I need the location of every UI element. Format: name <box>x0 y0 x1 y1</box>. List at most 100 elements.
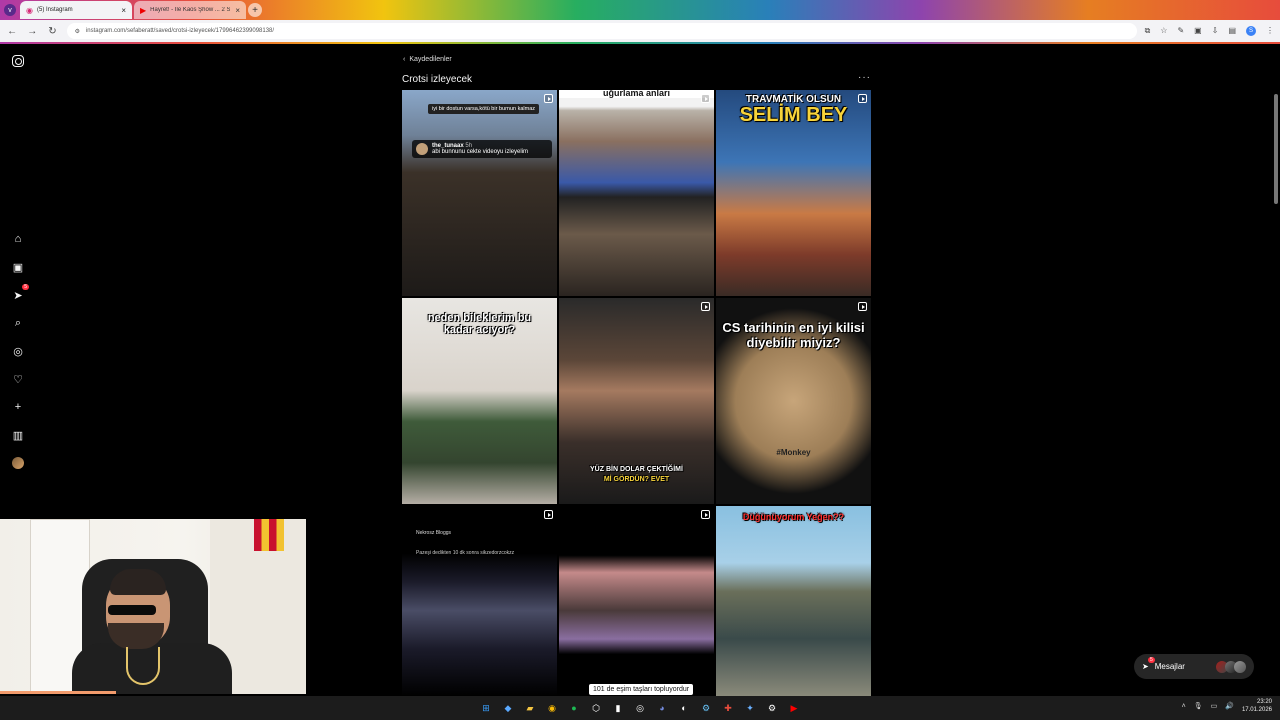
taskbar-clock[interactable]: 23:20 17.01.2026 <box>1242 698 1272 714</box>
more-options-icon[interactable]: ··· <box>858 72 871 83</box>
profile-avatar[interactable] <box>11 456 25 470</box>
streamer-hair <box>110 569 166 595</box>
windows-taskbar: ⊞ ◆ ▰ ◉ ● ⬡ ▮ ◎ ◕ ◐ ⚙ ✚ ✦ ⚙ ▶ ˄ 🎙 ▭ 🔊 23… <box>0 696 1280 720</box>
extensions-puzzle-icon[interactable]: ▣ <box>1194 26 1202 36</box>
comment-text: abi bunnunu cekte videoyu izleyelim <box>432 149 529 155</box>
app-icon[interactable]: ✚ <box>720 700 736 716</box>
app-icon[interactable]: ✦ <box>742 700 758 716</box>
tab-label: Hayret! - İle Kaos Şhow ... 2 Su... <box>150 7 231 13</box>
collection-title: Crotsi izleyecek <box>402 74 473 85</box>
saved-post[interactable]: Düğünüyorum Yeğen?? <box>716 506 871 696</box>
taskbar-apps: ⊞ ◆ ▰ ◉ ● ⬡ ▮ ◎ ◕ ◐ ⚙ ✚ ✦ ⚙ ▶ <box>478 700 802 716</box>
downloads-icon[interactable]: ⇩ <box>1212 26 1219 36</box>
post-caption-line1: YÜZ BİN DOLAR ÇEKTİĞİMİ <box>590 466 683 473</box>
instagram-favicon-icon: ◉ <box>26 5 33 15</box>
saved-post[interactable]: Nekrosz Bloggs Pazeşi dedikten 10 dk son… <box>402 506 557 696</box>
app-icon[interactable]: ⬡ <box>588 700 604 716</box>
create-plus-icon[interactable]: + <box>11 400 25 414</box>
dashboard-icon[interactable]: ▥ <box>11 428 25 442</box>
settings-gear-icon[interactable]: ⚙ <box>764 700 780 716</box>
close-tab-icon[interactable]: × <box>121 6 126 15</box>
saved-post[interactable]: CS tarihinin en iyi kilisi diyebilir miy… <box>716 298 871 504</box>
home-icon[interactable]: ⌂ <box>11 232 25 246</box>
forward-arrow-icon[interactable]: → <box>26 26 38 37</box>
commenter-avatar <box>416 143 428 155</box>
browser-menu-icon[interactable]: v <box>4 4 16 16</box>
bookmark-star-icon[interactable]: ☆ <box>1160 26 1167 36</box>
spotify-icon[interactable]: ● <box>566 700 582 716</box>
direct-messages-icon[interactable]: ➤ 5 <box>11 284 29 302</box>
youtube-icon[interactable]: ▶ <box>786 700 802 716</box>
messages-badge: 5 <box>1148 657 1155 663</box>
tab-youtube[interactable]: ▶ Hayret! - İle Kaos Şhow ... 2 Su... × <box>134 1 246 19</box>
messages-label: Mesajlar <box>1154 662 1185 671</box>
search-icon[interactable]: ⌕ <box>11 316 25 330</box>
comment-overlay: the_tunaax 5h abi bunnunu cekte videoyu … <box>412 140 552 158</box>
obs-icon[interactable]: ◎ <box>632 700 648 716</box>
sunglasses <box>108 605 156 615</box>
reel-icon <box>858 94 867 103</box>
reels-icon[interactable]: ▣ <box>11 260 25 274</box>
extension-pen-icon[interactable]: ✎ <box>1177 26 1184 36</box>
saved-post[interactable]: YÜZ BİN DOLAR ÇEKTİĞİMİ Mİ GÖRDÜN? EVET <box>559 298 714 504</box>
reel-icon <box>701 510 710 519</box>
tab-bar: v ◉ (5) Instagram × ▶ Hayret! - İle Kaos… <box>0 0 1280 20</box>
notification-badge: 5 <box>22 284 29 290</box>
close-tab-icon[interactable]: × <box>235 6 240 15</box>
tray-chevron-up-icon[interactable]: ˄ <box>1182 703 1186 710</box>
reel-icon <box>701 302 710 311</box>
notifications-heart-icon[interactable]: ♡ <box>11 372 25 386</box>
new-tab-button[interactable]: + <box>248 3 262 17</box>
volume-icon[interactable]: 🔊 <box>1225 702 1234 710</box>
post-caption-line2: Mİ GÖRDÜN? EVET <box>603 476 670 483</box>
windows-start-icon[interactable]: ⊞ <box>478 700 494 716</box>
tab-label: (5) Instagram <box>36 7 73 13</box>
app-icon[interactable]: ◐ <box>676 700 692 716</box>
side-panel-icon[interactable]: ▤ <box>1228 26 1236 36</box>
network-icon[interactable]: ▭ <box>1211 702 1218 710</box>
system-tray: ˄ 🎙 ▭ 🔊 23:20 17.01.2026 <box>1182 698 1272 714</box>
back-arrow-icon[interactable]: ← <box>6 26 18 37</box>
webcam-overlay <box>0 519 306 694</box>
app-icon[interactable]: ▮ <box>610 700 626 716</box>
instagram-logo-icon[interactable] <box>11 54 25 68</box>
background-flag <box>254 519 284 551</box>
install-app-icon[interactable]: ⧉ <box>1145 26 1151 36</box>
browser-more-icon[interactable]: ⋮ <box>1266 26 1274 36</box>
explore-compass-icon[interactable]: ◎ <box>11 344 25 358</box>
saved-posts-grid: iyi bir dostun varsa,kötü bir burnun kal… <box>402 90 871 696</box>
site-info-icon[interactable]: ⚙ <box>75 28 80 35</box>
saved-post[interactable]: TRAVMATİK OLSUN SELİM BEY <box>716 90 871 296</box>
profile-avatar[interactable]: S <box>1246 26 1256 36</box>
reload-icon[interactable]: ↻ <box>46 26 58 37</box>
saved-post[interactable]: iyi bir dostun varsa,kötü bir burnun kal… <box>402 90 557 296</box>
messages-button[interactable]: ➤ 5 Mesajlar <box>1134 654 1254 679</box>
tab-instagram[interactable]: ◉ (5) Instagram × <box>20 1 132 19</box>
post-caption: neden bileklerim bu kadar acıyor? <box>427 312 532 336</box>
file-explorer-icon[interactable]: ▰ <box>522 700 538 716</box>
chrome-icon[interactable]: ◉ <box>544 700 560 716</box>
messages-send-icon: ➤ <box>1142 662 1149 671</box>
saved-post[interactable]: uğurlama anları <box>559 90 714 296</box>
browser-chrome: v ◉ (5) Instagram × ▶ Hayret! - İle Kaos… <box>0 0 1280 44</box>
chevron-left-icon: ‹ <box>403 56 406 63</box>
steam-icon[interactable]: ⚙ <box>698 700 714 716</box>
webcam-accent-bar <box>0 691 116 694</box>
tweet-text: Pazeşi dedikten 10 dk sonra sikzedorzcok… <box>416 550 515 556</box>
reel-icon <box>701 94 710 103</box>
discord-icon[interactable]: ◕ <box>654 700 670 716</box>
saved-back-link[interactable]: ‹ Kaydedilenler <box>403 56 452 63</box>
saved-post[interactable]: 101 de eşim taşları topluyordur <box>559 506 714 696</box>
saved-post[interactable]: neden bileklerim bu kadar acıyor? <box>402 298 557 504</box>
microphone-icon[interactable]: 🎙 <box>1194 702 1203 710</box>
clock-date: 17.01.2026 <box>1241 707 1272 713</box>
post-caption: iyi bir dostun varsa,kötü bir burnun kal… <box>428 104 540 114</box>
post-caption-main: SELİM BEY <box>739 104 848 126</box>
page-scrollbar[interactable] <box>1274 94 1278 204</box>
reel-icon <box>858 302 867 311</box>
browser-actions: ⧉ ☆ ✎ ▣ ⇩ ▤ S ⋮ <box>1145 26 1274 36</box>
post-caption: Düğünüyorum Yeğen?? <box>742 512 845 522</box>
address-bar[interactable]: ⚙ instagram.com/sefaberatt/saved/crotsi-… <box>66 23 1137 39</box>
tweet-user: Nekrosz Bloggs <box>416 530 452 536</box>
widgets-icon[interactable]: ◆ <box>500 700 516 716</box>
